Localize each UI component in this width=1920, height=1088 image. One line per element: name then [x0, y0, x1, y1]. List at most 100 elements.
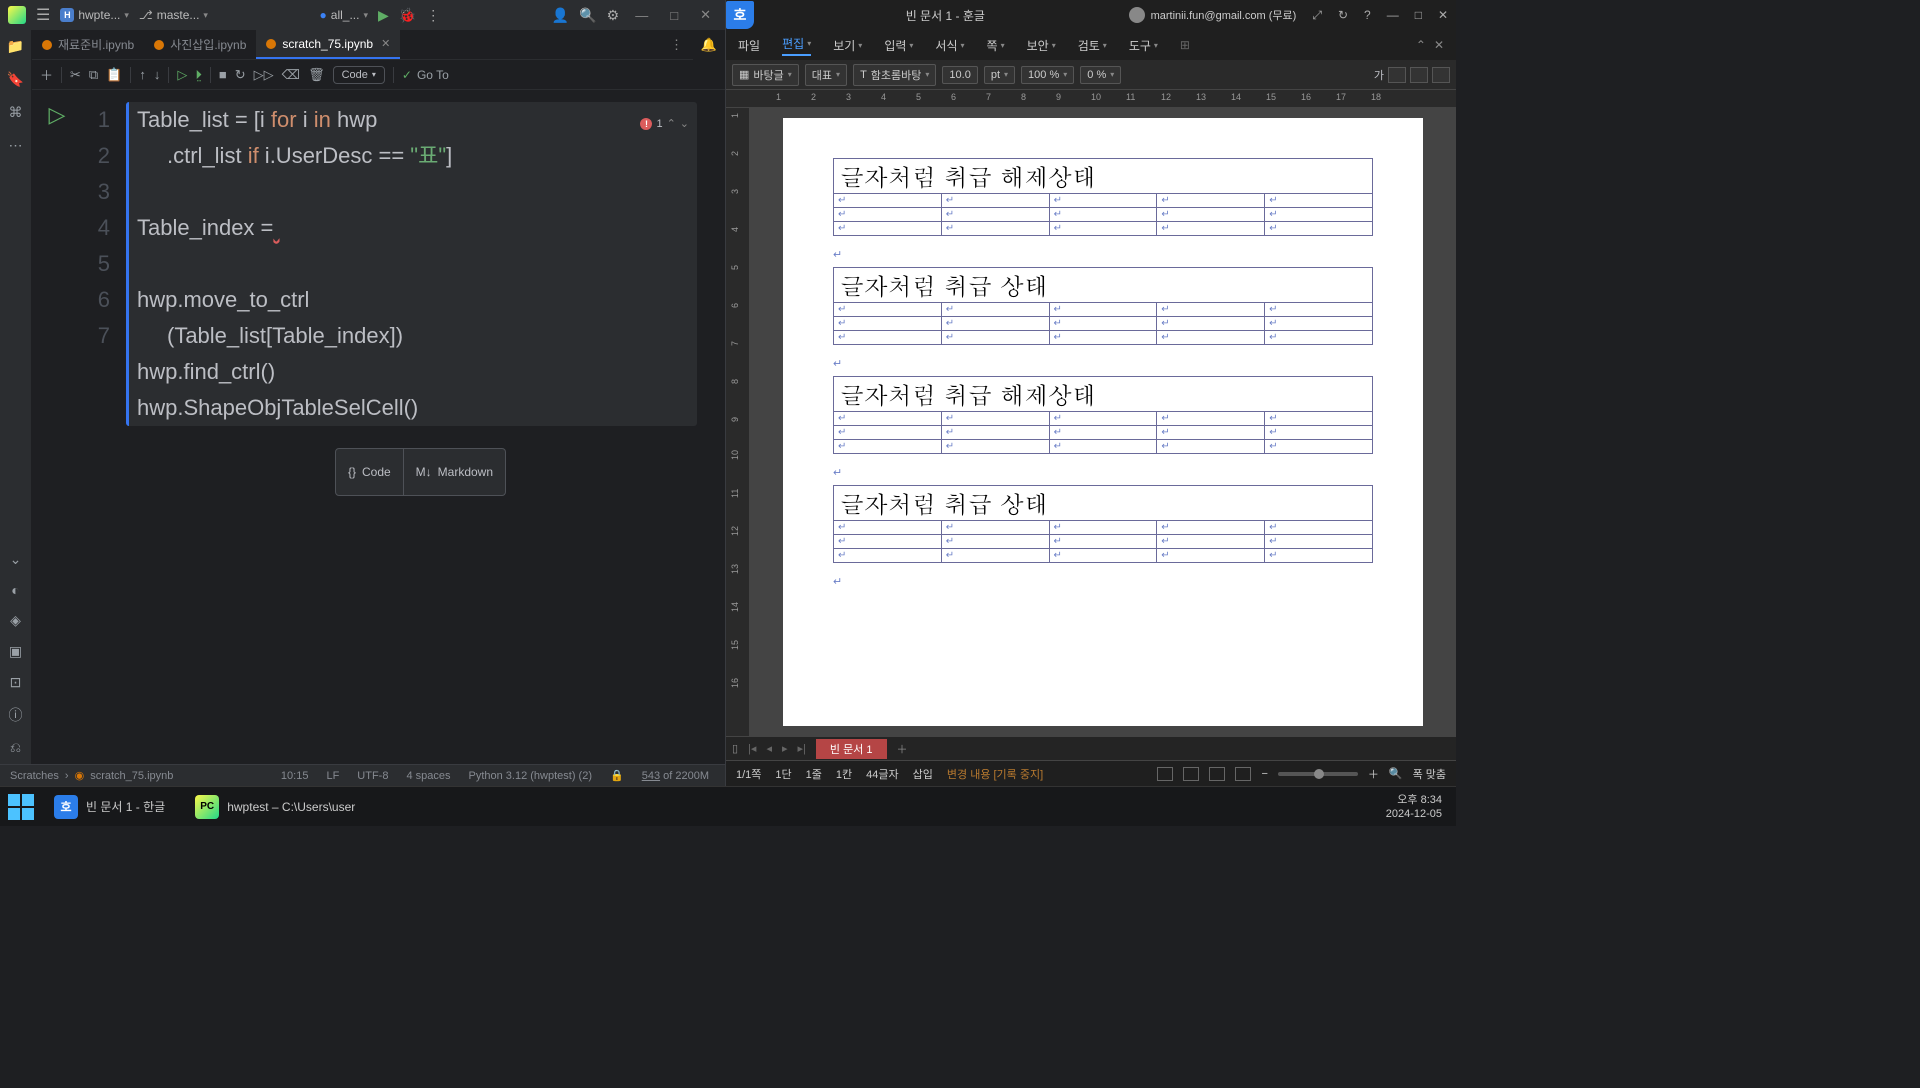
- insert-mode[interactable]: 삽입: [913, 766, 933, 782]
- paste-icon[interactable]: 📋: [106, 67, 122, 83]
- move-up-icon[interactable]: ↑: [139, 67, 146, 82]
- view-mode-3-icon[interactable]: [1209, 767, 1225, 781]
- menu-view[interactable]: 보기▾: [833, 37, 862, 54]
- close-tab-icon[interactable]: ✕: [381, 37, 390, 50]
- track-changes[interactable]: 변경 내용 [기록 중지]: [947, 766, 1043, 782]
- notifications-icon[interactable]: 🔔: [693, 30, 725, 60]
- zoom-out-icon[interactable]: −: [1261, 768, 1267, 780]
- interpreter[interactable]: Python 3.12 (hwptest) (2): [463, 770, 599, 782]
- view-mode-1-icon[interactable]: [1157, 767, 1173, 781]
- run-config[interactable]: ●all_...▾: [320, 8, 368, 22]
- goto-button[interactable]: ✓Go To: [402, 68, 449, 82]
- services-icon[interactable]: ◈: [10, 612, 21, 629]
- system-clock[interactable]: 오후 8:342024-12-05: [1386, 793, 1448, 821]
- debug-cell-icon[interactable]: ⏵̤: [195, 67, 202, 83]
- tabs-more-icon[interactable]: ⋮: [670, 37, 693, 53]
- taskbar-hwp[interactable]: 호빈 문서 1 - 한글: [44, 791, 175, 823]
- ruler-vertical[interactable]: 12345678910111213141516: [726, 108, 750, 736]
- document-page[interactable]: 글자처럼 취급 해제상태↵↵↵↵↵↵↵↵↵↵↵↵↵↵↵↵글자처럼 취급 상태↵↵…: [783, 118, 1423, 726]
- copy-icon[interactable]: ⧉: [89, 67, 98, 83]
- first-icon[interactable]: |◂: [748, 742, 756, 755]
- settings-icon[interactable]: ⚙: [607, 7, 620, 24]
- tab-nav-icon[interactable]: ▯: [732, 742, 738, 755]
- doc-table[interactable]: 글자처럼 취급 해제상태↵↵↵↵↵↵↵↵↵↵↵↵↵↵↵: [833, 376, 1373, 454]
- zoom-icon[interactable]: 🔍: [1389, 767, 1403, 780]
- collapse-icon[interactable]: ⌄: [10, 551, 22, 568]
- problems-icon[interactable]: ⊡: [10, 674, 22, 691]
- hwp-user[interactable]: martinii.fun@gmail.com (무료): [1129, 7, 1297, 23]
- zoom-combo[interactable]: 100 %▾: [1021, 66, 1074, 84]
- stop-icon[interactable]: ■: [219, 67, 227, 82]
- maximize-button[interactable]: □: [1407, 8, 1430, 22]
- structure-icon[interactable]: ⌘: [9, 104, 23, 121]
- menu-input[interactable]: 입력▾: [884, 37, 913, 54]
- unit-combo[interactable]: pt▾: [984, 66, 1015, 84]
- minimize-button[interactable]: —: [1379, 8, 1407, 22]
- add-tab-icon[interactable]: ＋: [897, 741, 908, 757]
- prev-icon[interactable]: ◂: [766, 742, 772, 755]
- project-selector[interactable]: Hhwpte...▾: [60, 8, 129, 22]
- next-icon[interactable]: ▸: [782, 742, 788, 755]
- vcs-icon[interactable]: ⎌: [10, 739, 21, 756]
- menu-addon-icon[interactable]: ⊞: [1180, 38, 1190, 52]
- cell-type-select[interactable]: Code▾: [333, 66, 385, 84]
- git-icon[interactable]: ⓘ: [9, 705, 23, 725]
- debug-icon[interactable]: 🐞: [399, 7, 416, 24]
- memory[interactable]: 543 of 2200M: [636, 770, 715, 782]
- terminal-icon[interactable]: ▣: [9, 643, 22, 660]
- align-right-icon[interactable]: [1432, 67, 1450, 83]
- run-all-icon[interactable]: ▷▷: [254, 67, 274, 83]
- maximize-button[interactable]: □: [664, 8, 684, 23]
- fullscreen-icon[interactable]: ⤢: [1304, 8, 1330, 23]
- main-menu-icon[interactable]: ☰: [36, 5, 50, 25]
- zoom-slider[interactable]: [1278, 772, 1358, 776]
- style-combo[interactable]: ▦바탕글▾: [732, 64, 799, 86]
- menu-page[interactable]: 쪽▾: [987, 37, 1005, 54]
- close-button[interactable]: ✕: [1430, 8, 1456, 22]
- menu-file[interactable]: 파일: [738, 37, 760, 54]
- fit-mode[interactable]: 폭 맞춤: [1413, 766, 1446, 782]
- align-center-icon[interactable]: [1410, 67, 1428, 83]
- ribbon-up-icon[interactable]: ⌃: [1416, 38, 1426, 52]
- project-tool-icon[interactable]: 📁: [7, 38, 24, 55]
- code-editor[interactable]: !1⌃⌄ Table_list = [i for i in hwp .ctrl_…: [126, 102, 697, 426]
- run-icon[interactable]: ▶: [378, 7, 389, 24]
- start-button[interactable]: [8, 794, 34, 820]
- indent[interactable]: 4 spaces: [400, 770, 456, 782]
- spacing-combo[interactable]: 0 %▾: [1080, 66, 1121, 84]
- minimize-button[interactable]: —: [629, 8, 654, 23]
- python-console-icon[interactable]: ◐: [11, 582, 19, 598]
- ribbon-close-icon[interactable]: ✕: [1434, 38, 1444, 52]
- code-with-me-icon[interactable]: 👤: [552, 7, 569, 24]
- doc-table[interactable]: 글자처럼 취급 해제상태↵↵↵↵↵↵↵↵↵↵↵↵↵↵↵: [833, 158, 1373, 236]
- git-branch[interactable]: ⎇maste...▾: [139, 8, 208, 22]
- menu-format[interactable]: 서식▾: [935, 37, 964, 54]
- doc-table[interactable]: 글자처럼 취급 상태↵↵↵↵↵↵↵↵↵↵↵↵↵↵↵: [833, 267, 1373, 345]
- bookmarks-icon[interactable]: 🔖: [7, 71, 24, 88]
- doc-table[interactable]: 글자처럼 취급 상태↵↵↵↵↵↵↵↵↵↵↵↵↵↵↵: [833, 485, 1373, 563]
- delete-icon[interactable]: 🗑: [308, 67, 325, 83]
- clear-icon[interactable]: ⌫: [282, 67, 300, 83]
- breadcrumb[interactable]: Scratches: [10, 770, 59, 782]
- encoding[interactable]: UTF-8: [351, 770, 394, 782]
- restart-icon[interactable]: ↻: [235, 67, 246, 83]
- close-button[interactable]: ✕: [694, 7, 717, 23]
- run-cell-gutter-icon[interactable]: ▷: [49, 102, 66, 764]
- tab-file-2[interactable]: 사진삽입.ipynb: [144, 30, 256, 59]
- run-cell-icon[interactable]: ▷: [177, 67, 187, 83]
- error-indicator[interactable]: !1⌃⌄: [640, 106, 689, 142]
- view-mode-2-icon[interactable]: [1183, 767, 1199, 781]
- tab-file-3[interactable]: scratch_75.ipynb✕: [256, 30, 400, 59]
- menu-tools[interactable]: 도구▾: [1129, 37, 1158, 54]
- ruler-horizontal[interactable]: 123456789101112131415161718: [726, 90, 1456, 108]
- taskbar-pycharm[interactable]: PChwptest – C:\Users\user: [185, 791, 365, 823]
- tab-file-1[interactable]: 재료준비.ipynb: [32, 30, 144, 59]
- para-combo[interactable]: 대표▾: [805, 64, 847, 86]
- question-icon[interactable]: ?: [1356, 8, 1379, 22]
- menu-edit[interactable]: 편집▾: [782, 35, 811, 56]
- search-icon[interactable]: 🔍: [579, 7, 596, 24]
- add-cell-icon[interactable]: ＋: [40, 65, 53, 84]
- doc-tab[interactable]: 빈 문서 1: [816, 739, 887, 759]
- menu-security[interactable]: 보안▾: [1027, 37, 1056, 54]
- align-left-icon[interactable]: [1388, 67, 1406, 83]
